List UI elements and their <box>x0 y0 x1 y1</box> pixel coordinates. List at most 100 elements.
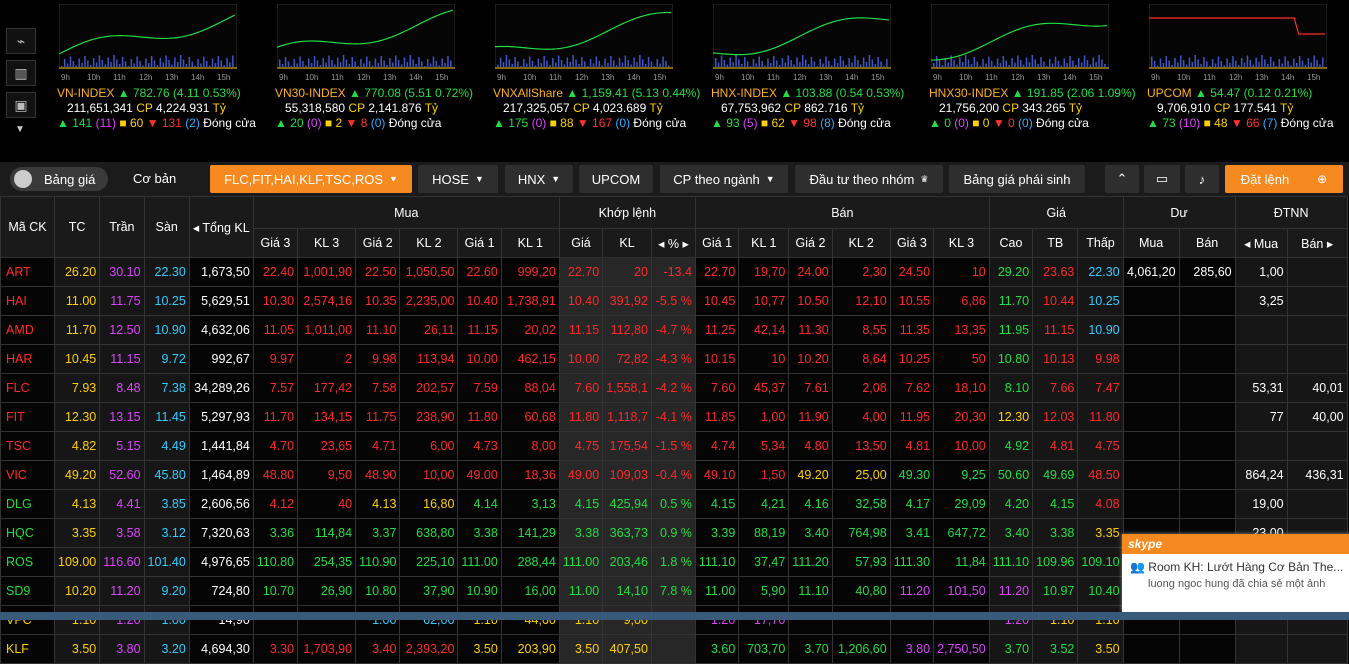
header-high[interactable]: Cao <box>988 228 1034 258</box>
table-row[interactable]: AMD 11.70 12.50 10.90 4,632,06 11.05 1,011,00 1… <box>0 315 1348 345</box>
header-low[interactable]: Thấp <box>1077 228 1124 258</box>
table-row[interactable]: VIC 49.20 52.60 45.80 1,464,89 48.80 9,50 48.90… <box>0 460 1348 490</box>
volume-bar <box>956 64 958 67</box>
header-pct[interactable]: ◂ % ▸ <box>650 228 696 258</box>
header-remain-buy[interactable]: Mua <box>1122 228 1180 258</box>
tab-hose[interactable]: HOSE ▼ <box>418 165 498 193</box>
header-v2[interactable]: KL 2 <box>399 228 459 258</box>
hour-tick: 12h <box>1011 73 1024 82</box>
header-avg[interactable]: TB <box>1032 228 1079 258</box>
index-card[interactable]: 9h 10h 11h 12h 13h 14h 15h VN-INDEX ▲ 782.76 (4… <box>57 4 265 131</box>
index-card[interactable]: 9h 10h 11h 12h 13h 14h 15h HNX30-INDEX ▲ 191.85… <box>929 4 1137 131</box>
header-foreign-sell[interactable]: Bán ▸ <box>1286 228 1348 258</box>
header-b1[interactable]: Giá 1 <box>457 228 502 258</box>
price-board-toggle[interactable]: Bảng giá <box>10 167 108 191</box>
symbol-cell[interactable]: HQC <box>0 518 55 548</box>
symbol-cell[interactable]: VPC <box>0 605 55 635</box>
table-row[interactable]: FIT 12.30 13.15 11.45 5,297,93 11.70 134,15 11.… <box>0 402 1348 432</box>
basic-view-label[interactable]: Cơ bản <box>133 171 176 186</box>
symbol-cell[interactable]: DLG <box>0 489 55 519</box>
price-stat-cell: 1.20 <box>988 605 1034 635</box>
tab-upcom[interactable]: UPCOM <box>579 165 653 193</box>
table-row[interactable]: HAR 10.45 11.15 9.72 992,67 9.97 2 9.98 113,94 10… <box>0 344 1348 374</box>
volume-bar <box>868 55 871 67</box>
watchlist-tab[interactable]: FLC,FIT,HAI,KLF,TSC,ROS ▼ <box>210 165 412 193</box>
header-match-price[interactable]: Giá <box>558 228 604 258</box>
fullscreen-button[interactable]: ▭ <box>1144 165 1180 193</box>
header-floor[interactable]: Sàn <box>143 196 190 258</box>
header-remain-sell[interactable]: Bán <box>1178 228 1236 258</box>
table-row[interactable]: ART 26.20 30.10 22.30 1,673,50 22.40 1,001,90 2… <box>0 257 1348 287</box>
tab-industry[interactable]: CP theo ngành ▼ <box>660 165 788 193</box>
screen-icon[interactable]: ▣ <box>6 92 36 118</box>
symbol-cell[interactable]: FIT <box>0 402 55 432</box>
tab-group-invest[interactable]: Đầu tư theo nhóm ♛ <box>795 165 943 193</box>
symbol-cell[interactable]: FLC <box>0 373 55 403</box>
volume-bar <box>412 59 414 67</box>
index-card[interactable]: 9h 10h 11h 12h 13h 14h 15h VNXAllShare ▲ 1,159.… <box>493 4 701 131</box>
ask-cell: 11.25 <box>694 315 740 345</box>
index-card[interactable]: 9h 10h 11h 12h 13h 14h 15h HNX-INDEX ▲ 103.88 (… <box>711 4 919 131</box>
bar-chart-icon[interactable]: ▥ <box>6 60 36 86</box>
header-ceil[interactable]: Trần <box>99 196 145 258</box>
symbol-cell[interactable]: HAI <box>0 286 55 316</box>
symbol-cell[interactable]: TSC <box>0 431 55 461</box>
symbol-cell[interactable]: HAR <box>0 344 55 374</box>
header-ref[interactable]: TC <box>53 196 101 258</box>
bid-cell: 2,393,20 <box>399 634 459 664</box>
volume-bar <box>92 58 95 67</box>
header-v3[interactable]: KL 3 <box>297 228 357 258</box>
group-invest-label: Đầu tư theo nhóm <box>809 171 915 187</box>
header-s1[interactable]: Giá 1 <box>694 228 740 258</box>
tab-derivatives[interactable]: Bảng giá phái sinh <box>949 165 1085 193</box>
index-panel: ⌁ ▥ ▣ ▼ 9h 10h 11h 12h 13h 14h 15h VN-INDEX ▲ 7… <box>0 0 1349 160</box>
header-sv2[interactable]: KL 2 <box>831 228 891 258</box>
volume-bar <box>784 62 787 67</box>
line-chart-icon[interactable]: ⌁ <box>6 28 36 54</box>
table-row[interactable]: DLG 4.13 4.41 3.85 2,606,56 4.12 40 4.13 16,80 4.… <box>0 489 1348 519</box>
notification-button[interactable]: ♪ <box>1185 165 1219 193</box>
header-symbol[interactable]: Mã CK <box>0 196 55 258</box>
header-sv3[interactable]: KL 3 <box>933 228 990 258</box>
header-sv1[interactable]: KL 1 <box>738 228 790 258</box>
volume-bar <box>1069 56 1071 67</box>
header-s2[interactable]: Giá 2 <box>788 228 833 258</box>
volume-bar <box>142 65 144 67</box>
advances: ▲ 93 <box>711 116 743 130</box>
ceiling-price-cell: 11.15 <box>99 344 145 374</box>
more-caret-icon[interactable]: ▼ <box>6 124 34 135</box>
symbol-cell[interactable]: ROS <box>0 547 55 577</box>
volume-bar <box>156 65 159 67</box>
table-row[interactable]: HAI 11.00 11.75 10.25 5,629,51 10.30 2,574,16 1… <box>0 286 1348 316</box>
symbol-cell[interactable]: KLF <box>0 634 55 664</box>
skype-notification[interactable]: skype 👥 Room KH: Lướt Hàng Cơ Bản The...… <box>1122 534 1349 612</box>
price-stat-cell: 12.30 <box>988 402 1034 432</box>
header-foreign-buy[interactable]: ◂ Mua <box>1234 228 1288 258</box>
volume-bar <box>595 56 598 67</box>
tab-hnx[interactable]: HNX ▼ <box>505 165 573 193</box>
volume-bar <box>825 56 827 67</box>
symbol-cell[interactable]: SD9 <box>0 576 55 606</box>
remain-cell: 285,60 <box>1178 257 1236 287</box>
header-b3[interactable]: Giá 3 <box>252 228 299 258</box>
header-b2[interactable]: Giá 2 <box>355 228 401 258</box>
header-total[interactable]: ◂ Tổng KL <box>188 196 254 258</box>
collapse-button[interactable]: ⌃ <box>1105 165 1139 193</box>
header-s3[interactable]: Giá 3 <box>889 228 935 258</box>
symbol-cell[interactable]: AMD <box>0 315 55 345</box>
header-v1[interactable]: KL 1 <box>500 228 560 258</box>
index-card[interactable]: 9h 10h 11h 12h 13h 14h 15h VN30-INDEX ▲ 770.08 … <box>275 4 483 131</box>
bid-cell: 23,65 <box>297 431 357 461</box>
volume-bar <box>1232 56 1234 67</box>
table-row[interactable]: KLF 3.50 3.80 3.20 4,694,30 3.30 1,703,90 3.40 2… <box>0 634 1348 664</box>
index-card[interactable]: 9h 10h 11h 12h 13h 14h 15h UPCOM ▲ 54.47 (0.12 … <box>1147 4 1349 131</box>
table-row[interactable]: FLC 7.93 8.48 7.38 34,289,26 7.57 177,42 7.58 20… <box>0 373 1348 403</box>
volume-bar <box>1310 62 1312 67</box>
foreign-cell: 40,00 <box>1286 402 1348 432</box>
symbol-cell[interactable]: VIC <box>0 460 55 490</box>
volume-bar <box>976 61 978 67</box>
symbol-cell[interactable]: ART <box>0 257 55 287</box>
header-match-vol[interactable]: KL <box>602 228 652 258</box>
place-order-button[interactable]: Đặt lệnh ⊕ <box>1225 165 1343 193</box>
table-row[interactable]: TSC 4.82 5.15 4.49 1,441,84 4.70 23,65 4.71 6,00… <box>0 431 1348 461</box>
